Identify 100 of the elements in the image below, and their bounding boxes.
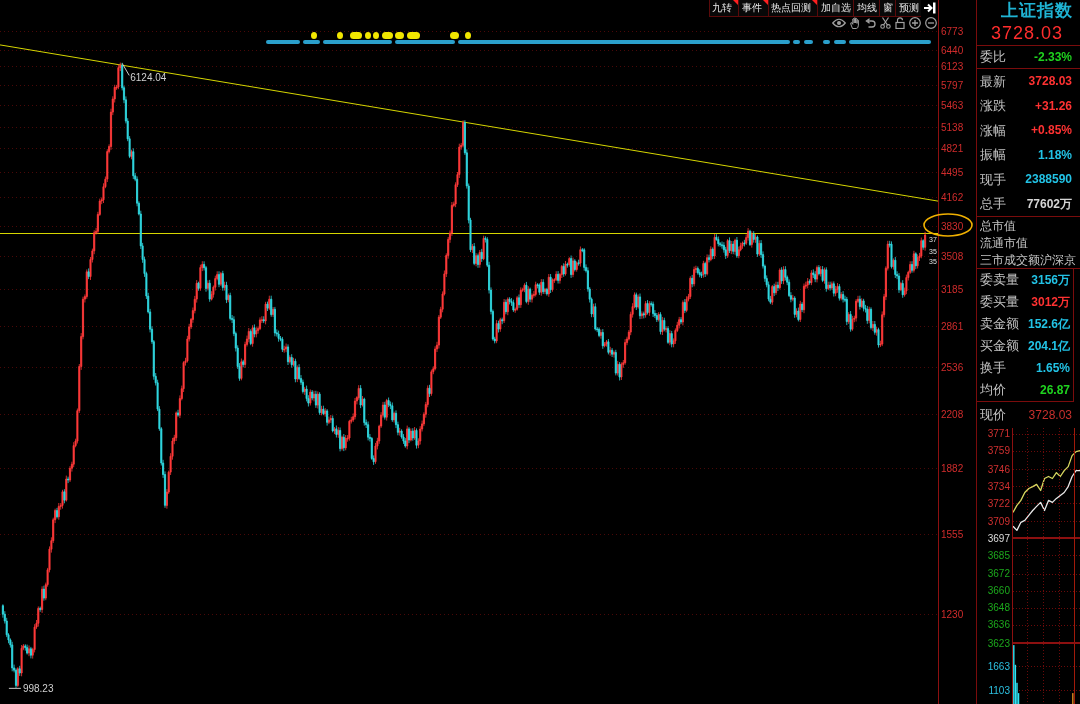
toolbar-tab[interactable]: 均线: [853, 0, 879, 17]
field-value: 204.1亿: [1027, 338, 1070, 355]
extreme-price-label: 6124.04: [130, 71, 167, 83]
extreme-price-label: 998.23: [22, 682, 54, 694]
axis-tick-label: 1230: [941, 608, 964, 620]
axis-tick-label: 6440: [941, 44, 964, 56]
field-value: 152.6亿: [1027, 316, 1070, 333]
index-price: 3728.03: [977, 22, 1080, 46]
axis-tick-label: 4495: [941, 166, 964, 178]
index-name: 上证指数: [1000, 0, 1074, 22]
event-marker-icon: [365, 32, 371, 39]
signal-strip: [266, 40, 300, 44]
axis-tick-label: 6123: [941, 60, 964, 72]
axis-tick-label: 3697: [987, 532, 1010, 544]
field-label: 现手: [980, 170, 1006, 189]
axis-tick-label: 1882: [941, 462, 964, 474]
axis-tick-label: 3759: [987, 445, 1010, 457]
axis-tick-label: 5463: [941, 99, 964, 111]
field-label: 涨幅: [980, 121, 1006, 140]
scissors-icon[interactable]: [880, 17, 891, 29]
axis-tick-label: 3830: [941, 220, 964, 232]
signal-strip: [395, 40, 455, 44]
axis-tick-label: 5138: [941, 121, 964, 133]
event-marker-icon: [337, 32, 343, 39]
field-label: 流通市值: [980, 234, 1028, 252]
axis-tick-label: 2208: [941, 408, 964, 420]
zoom-out-icon[interactable]: [925, 17, 937, 29]
field-label: 委买量: [980, 293, 1019, 312]
axis-tick-label: 6773: [941, 25, 964, 37]
hand-icon[interactable]: [850, 17, 861, 29]
event-marker-icon: [350, 32, 362, 39]
leader-line: [121, 62, 130, 76]
event-marker-icon: [311, 32, 317, 39]
event-marker-icon: [395, 32, 404, 39]
toolbar-tab[interactable]: 窗: [879, 0, 895, 17]
toolbar-tab[interactable]: 加自选: [817, 0, 853, 17]
axis-tick-label: 3771: [987, 428, 1010, 440]
toolbar-tab[interactable]: 九转: [708, 0, 738, 17]
lock-icon[interactable]: [895, 17, 905, 29]
field-label: 总手: [980, 195, 1006, 213]
axis-tick-label: 3623: [987, 637, 1010, 649]
axis-tick-label: 3709: [987, 515, 1010, 527]
field-label: 三市成交额沪深京: [980, 251, 1076, 269]
eye-icon[interactable]: [832, 18, 846, 28]
signal-strip: [323, 40, 392, 44]
field-label: 换手: [980, 359, 1006, 378]
axis-tick-label: 3648: [987, 602, 1010, 614]
axis-tick-label: 5797: [941, 79, 964, 91]
field-value: +0.85%: [1030, 122, 1072, 140]
field-value: 3012万: [1031, 294, 1070, 311]
axis-tick-label: 3722: [987, 497, 1010, 509]
toolbar-tab[interactable]: 热点回测: [767, 0, 817, 17]
signal-strip: [823, 40, 830, 44]
field-label: 最新: [980, 72, 1006, 91]
event-marker-icon: [407, 32, 420, 39]
field-label: 卖金额: [980, 315, 1019, 334]
axis-tick-label: 2861: [941, 320, 964, 332]
axis-tick-label: 3660: [987, 585, 1010, 597]
toolbar-tab[interactable]: 事件: [738, 0, 768, 17]
axis-tick-label: 3636: [987, 619, 1010, 631]
axis-tick-label: 1663: [987, 660, 1010, 672]
field-value: 26.87: [1039, 382, 1070, 399]
field-value: 3156万: [1031, 272, 1070, 289]
event-marker-icon: [465, 32, 471, 39]
field-label: 总市值: [980, 217, 1016, 235]
axis-tick-label: 4821: [941, 142, 964, 154]
field-label: 现价: [980, 406, 1006, 425]
field-label: 委卖量: [980, 271, 1019, 290]
field-value: -2.33%: [1033, 49, 1072, 66]
axis-tick-label: 2536: [941, 361, 964, 373]
axis-tick-label: 3746: [987, 463, 1010, 475]
axis-tick-label: 3672: [987, 568, 1010, 580]
field-value: 1.18%: [1037, 146, 1072, 164]
field-value: 3728.03: [1028, 73, 1072, 91]
signal-strip: [303, 40, 320, 44]
axis-tick-label: 3185: [941, 283, 964, 295]
arrow-bar-icon[interactable]: [924, 2, 936, 14]
field-value: 1.65%: [1035, 360, 1070, 377]
axis-tick-label: 1555: [941, 528, 964, 540]
event-marker-icon: [450, 32, 459, 39]
field-value: 3728.03: [1028, 407, 1072, 424]
toolbar-tab[interactable]: 预测: [895, 0, 921, 17]
event-marker-icon: [382, 32, 393, 39]
field-value: +31.26: [1034, 97, 1072, 115]
leader-line: [8, 687, 22, 689]
field-label: 委比: [980, 48, 1006, 67]
field-value: 77602万: [1026, 195, 1072, 213]
event-marker-icon: [373, 32, 379, 39]
axis-tick-label: 1103: [988, 684, 1010, 696]
field-value: 2388590: [1025, 171, 1072, 189]
axis-tick-label: 4162: [941, 191, 964, 203]
axis-tick-label: 3508: [941, 250, 964, 262]
field-label: 均价: [980, 381, 1006, 400]
zoom-in-icon[interactable]: [909, 17, 921, 29]
field-label: 振幅: [980, 146, 1006, 164]
field-label: 涨跌: [980, 97, 1006, 115]
signal-strip: [834, 40, 846, 44]
axis-tick-label: 3685: [987, 549, 1010, 561]
undo-icon[interactable]: [865, 17, 876, 29]
ellipse-highlight: [923, 213, 973, 237]
